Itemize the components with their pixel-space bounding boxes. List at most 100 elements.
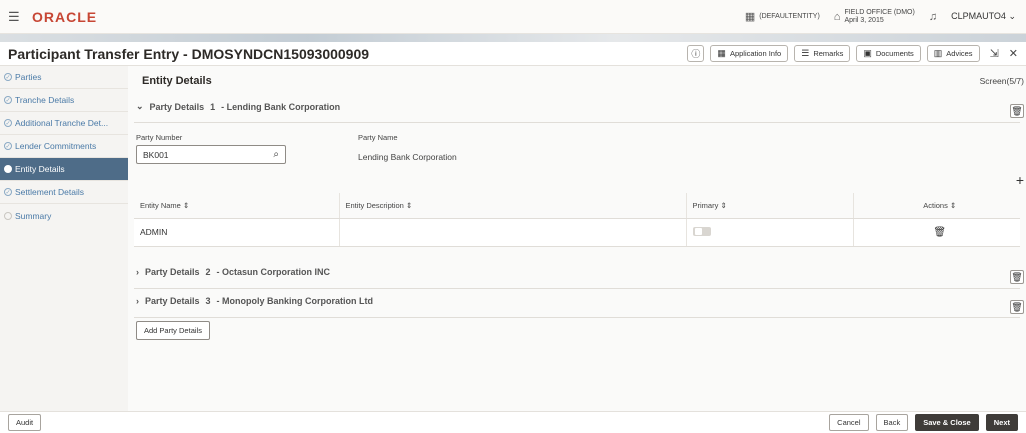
party-number-value: BK001 [143, 149, 169, 160]
check-icon: ✓ [4, 142, 12, 150]
sidebar-item-label: Summary [15, 210, 52, 221]
sidebar-item-entity-details[interactable]: Entity Details [0, 158, 128, 181]
sidebar-item-tranche-details[interactable]: ✓ Tranche Details [0, 89, 128, 112]
primary-cell [686, 218, 854, 247]
entity-selector[interactable]: ▦ (DEFAULTENTITY) [745, 10, 820, 23]
decorative-band [0, 34, 1026, 42]
entity-name-cell: ADMIN [134, 218, 340, 247]
table-header-row: Entity Name ⇕ Entity Description ⇕ Prima… [134, 193, 1020, 219]
entity-table: Entity Name ⇕ Entity Description ⇕ Prima… [134, 193, 1020, 247]
documents-button[interactable]: ▣ Documents [856, 45, 921, 62]
sidebar-item-settlement-details[interactable]: ✓ Settlement Details [0, 181, 128, 204]
sidebar-item-label: Tranche Details [15, 95, 75, 105]
documents-icon: ▣ [863, 48, 872, 58]
sort-icon: ⇕ [182, 200, 190, 210]
save-close-button[interactable]: Save & Close [915, 414, 979, 431]
branch-selector[interactable]: ⌂ FIELD OFFICE (DMO) April 3, 2015 [834, 9, 915, 25]
sidebar-item-label: Settlement Details [15, 187, 84, 197]
party-number-label: Party Number [136, 133, 183, 142]
sort-icon: ⇕ [405, 200, 413, 210]
party-name: - Lending Bank Corporation [221, 101, 341, 112]
chevron-right-icon: › [136, 267, 139, 277]
party-number: 3 [205, 296, 211, 306]
title-actions: ⓘ ▦ Application Info ☰ Remarks ▣ Documents … [687, 45, 1026, 62]
hamburger-menu-icon[interactable]: ☰ [8, 10, 22, 23]
remarks-label: Remarks [813, 49, 844, 58]
column-header-entity-description[interactable]: Entity Description ⇕ [339, 193, 687, 219]
building-icon: ▦ [744, 11, 756, 23]
party-heading: Party Details [145, 296, 200, 306]
column-label: Actions [923, 200, 948, 210]
next-button[interactable]: Next [985, 414, 1018, 431]
office-block: FIELD OFFICE (DMO) April 3, 2015 [844, 9, 914, 25]
sidebar-item-label: Entity Details [15, 164, 65, 174]
collapse-icon[interactable]: ⇲ [990, 47, 999, 60]
application-info-icon: ▦ [717, 48, 726, 58]
close-icon[interactable]: ✕ [1009, 47, 1018, 60]
check-icon: ✓ [4, 119, 12, 127]
add-party-details-button[interactable]: Add Party Details [136, 321, 210, 340]
trash-icon: 🗑 [1011, 105, 1023, 116]
party-name: - Octasun Corporation INC [216, 267, 331, 277]
user-menu[interactable]: CLPMAUTO4 ⌄ [951, 11, 1016, 22]
divider [134, 317, 1020, 318]
trash-icon: 🗑 [1011, 271, 1023, 282]
party-name-label: Party Name [358, 133, 398, 142]
info-icon: ⓘ [691, 49, 701, 59]
documents-label: Documents [875, 49, 914, 58]
add-entity-icon[interactable]: + [1016, 172, 1024, 188]
divider [134, 122, 1020, 123]
bank-icon: ⌂ [833, 10, 841, 23]
party-number-input[interactable]: BK001 ⌕ [136, 145, 286, 164]
current-step-icon [4, 165, 12, 173]
section-title: Entity Details [142, 75, 212, 87]
delete-party-1-button[interactable]: 🗑 [1010, 104, 1024, 118]
column-header-actions[interactable]: Actions ⇕ [853, 193, 1020, 219]
sidebar-item-summary[interactable]: Summary [0, 204, 128, 227]
back-button[interactable]: Back [875, 414, 909, 431]
entity-description-cell [339, 218, 687, 247]
party-2-header[interactable]: › Party Details 2 - Octasun Corporation … [136, 267, 330, 277]
primary-toggle[interactable] [692, 226, 711, 236]
application-info-label: Application Info [729, 49, 782, 58]
check-icon: ✓ [4, 96, 12, 104]
party-name-value: Lending Bank Corporation [358, 152, 457, 162]
trash-icon[interactable]: 🗑 [933, 227, 946, 238]
party-heading: Party Details [149, 101, 205, 112]
remarks-button[interactable]: ☰ Remarks [794, 45, 851, 62]
delete-party-2-button[interactable]: 🗑 [1010, 270, 1024, 284]
check-icon: ✓ [4, 73, 12, 81]
sidebar-item-label: Lender Commitments [15, 141, 97, 151]
column-label: Entity Name [140, 200, 181, 210]
footer: Audit Cancel Back Save & Close Next [0, 411, 1026, 433]
info-button[interactable]: ⓘ [687, 45, 705, 62]
application-info-button[interactable]: ▦ Application Info [710, 45, 789, 62]
chevron-down-icon: ⌄ [136, 101, 144, 111]
sort-icon: ⇕ [949, 200, 957, 210]
column-header-entity-name[interactable]: Entity Name ⇕ [134, 193, 340, 219]
oracle-logo: ORACLE [32, 8, 98, 25]
advices-button[interactable]: ▥ Advices [926, 45, 980, 62]
check-icon: ✓ [4, 188, 12, 196]
sort-icon: ⇕ [720, 200, 727, 210]
party-1-header[interactable]: ⌄ Party Details 1 - Lending Bank Corpora… [136, 101, 340, 112]
search-icon[interactable]: ⌕ [273, 149, 279, 160]
sidebar-item-lender-commitments[interactable]: ✓ Lender Commitments [0, 135, 128, 158]
column-header-primary[interactable]: Primary ⇕ [686, 193, 854, 219]
column-label: Entity Description [345, 200, 404, 210]
cancel-button[interactable]: Cancel [829, 414, 869, 431]
audit-button[interactable]: Audit [8, 414, 42, 431]
party-3-header[interactable]: › Party Details 3 - Monopoly Banking Cor… [136, 296, 373, 306]
notification-bell-icon[interactable]: ♫ [929, 11, 937, 23]
delete-party-3-button[interactable]: 🗑 [1010, 300, 1024, 314]
pending-step-icon [4, 211, 12, 220]
page-title: Participant Transfer Entry - DMOSYNDCN15… [8, 45, 370, 62]
sidebar-item-label: Parties [15, 72, 42, 82]
sidebar-item-additional-tranche-details[interactable]: ✓ Additional Tranche Det... [0, 112, 128, 135]
trash-icon: 🗑 [1011, 301, 1023, 312]
sidebar-item-parties[interactable]: ✓ Parties [0, 66, 128, 89]
remarks-icon: ☰ [801, 48, 810, 58]
advices-icon: ▥ [933, 48, 943, 58]
user-name: CLPMAUTO4 [951, 11, 1006, 21]
column-label: Primary [692, 200, 719, 210]
